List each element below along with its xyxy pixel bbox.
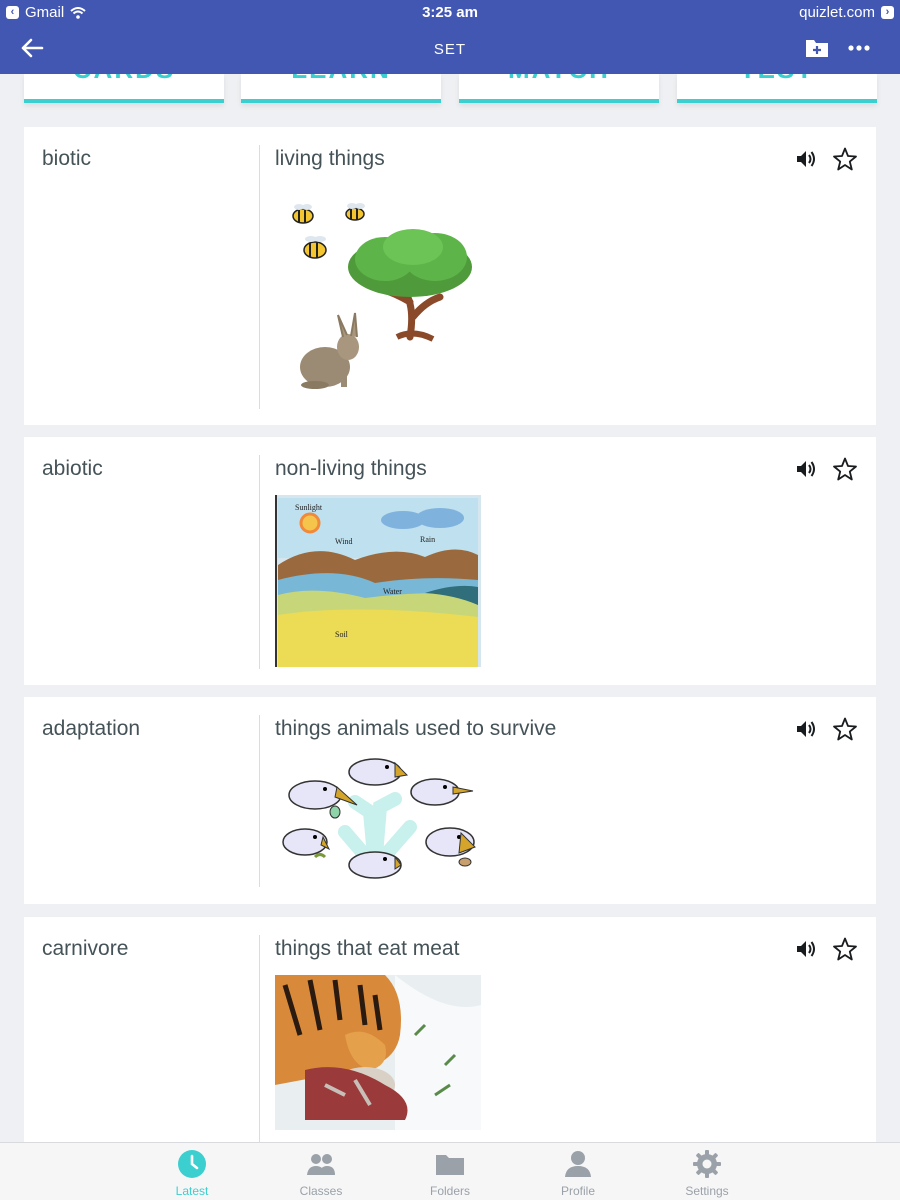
app-header: ‹ Gmail 3:25 am quizlet.com › SET xyxy=(0,0,900,74)
label-soil: Soil xyxy=(335,630,348,639)
star-icon[interactable] xyxy=(832,716,858,742)
status-url[interactable]: quizlet.com › xyxy=(799,4,894,21)
speaker-icon[interactable] xyxy=(794,717,818,741)
tab-label: Classes xyxy=(299,1184,343,1198)
mode-cards-button[interactable]: CARDS xyxy=(24,74,224,103)
label-water: Water xyxy=(383,587,402,596)
gear-icon xyxy=(693,1150,721,1178)
people-icon xyxy=(307,1154,335,1175)
term-card: adaptation things animals used to surviv… xyxy=(24,697,876,904)
term-text: adaptation xyxy=(42,717,141,740)
term-text: carnivore xyxy=(42,937,129,960)
person-icon xyxy=(565,1151,591,1177)
term-card: abiotic non-living things Sunlight Wind … xyxy=(24,437,876,685)
page-title: SET xyxy=(433,41,467,58)
term-card: biotic living things xyxy=(24,127,876,425)
mode-learn-button[interactable]: LEARN xyxy=(241,74,441,103)
term-text: abiotic xyxy=(42,457,103,480)
tab-label: Folders xyxy=(429,1184,470,1198)
forward-icon: › xyxy=(881,6,894,19)
tab-latest[interactable]: Latest xyxy=(142,1143,242,1200)
status-bar: ‹ Gmail 3:25 am quizlet.com › xyxy=(0,0,900,24)
definition-text: non-living things xyxy=(275,457,427,480)
folder-icon xyxy=(436,1155,464,1175)
divider xyxy=(259,455,260,669)
term-text: biotic xyxy=(42,147,92,170)
mode-match-button[interactable]: MATCH xyxy=(459,74,659,103)
carnivore-image xyxy=(275,975,481,1130)
speaker-icon[interactable] xyxy=(794,937,818,961)
tab-settings[interactable]: Settings xyxy=(657,1143,757,1200)
biotic-image xyxy=(292,203,472,389)
bee-icon xyxy=(292,204,314,224)
add-to-folder-icon[interactable] xyxy=(804,36,830,60)
adaptation-image xyxy=(282,758,476,879)
mode-test-button[interactable]: TEST xyxy=(677,74,877,103)
tab-label: Settings xyxy=(685,1184,729,1198)
more-options-icon[interactable] xyxy=(846,38,872,58)
label-wind: Wind xyxy=(335,537,353,546)
mode-label: LEARN xyxy=(241,74,441,85)
tab-label: Profile xyxy=(560,1184,595,1198)
mode-label: TEST xyxy=(677,74,877,85)
bottom-tab-bar: Latest Classes Folders Profile Settings xyxy=(0,1142,900,1200)
tab-classes[interactable]: Classes xyxy=(271,1143,371,1200)
label-rain: Rain xyxy=(420,535,436,544)
speaker-icon[interactable] xyxy=(794,147,818,171)
tab-label: Latest xyxy=(175,1184,209,1198)
star-icon[interactable] xyxy=(832,456,858,482)
url-label: quizlet.com xyxy=(799,4,875,21)
definition-text: living things xyxy=(275,147,385,170)
abiotic-image: Sunlight Wind Rain Water Soil xyxy=(275,495,481,667)
clock-icon xyxy=(178,1150,206,1178)
divider xyxy=(259,715,260,887)
divider xyxy=(259,145,260,409)
mode-label: MATCH xyxy=(459,74,659,85)
definition-text: things animals used to survive xyxy=(275,717,557,740)
divider xyxy=(259,935,260,1150)
speaker-icon[interactable] xyxy=(794,457,818,481)
status-time: 3:25 am xyxy=(422,4,478,21)
star-icon[interactable] xyxy=(832,146,858,172)
tab-folders[interactable]: Folders xyxy=(400,1143,500,1200)
definition-text: things that eat meat xyxy=(275,937,460,960)
star-icon[interactable] xyxy=(832,936,858,962)
tab-profile[interactable]: Profile xyxy=(528,1143,628,1200)
term-card: carnivore things that eat meat xyxy=(24,917,876,1157)
mode-label: CARDS xyxy=(24,74,224,85)
label-sunlight: Sunlight xyxy=(295,503,323,512)
